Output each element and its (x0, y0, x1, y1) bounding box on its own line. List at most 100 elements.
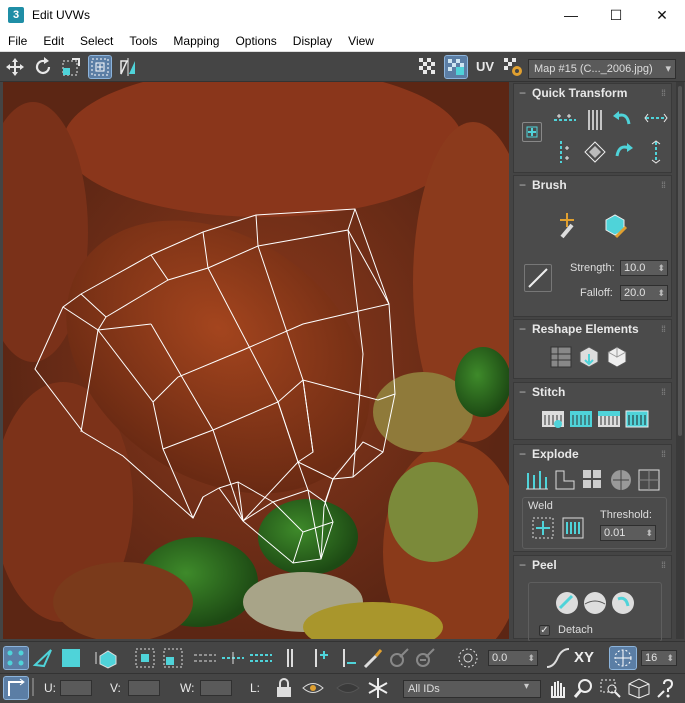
xy-space-button[interactable]: XY (574, 647, 602, 669)
shrink-selection-icon[interactable] (162, 647, 184, 669)
menu-mapping[interactable]: Mapping (165, 30, 227, 52)
align-to-edge-icon[interactable] (551, 138, 579, 166)
relax-icon[interactable] (576, 344, 602, 370)
show-map-icon[interactable] (444, 55, 468, 79)
menu-file[interactable]: File (0, 30, 35, 52)
zoom-extents-icon[interactable] (626, 677, 652, 699)
paint-move-icon[interactable] (552, 210, 582, 240)
edge-select-icon[interactable] (32, 647, 54, 669)
unhide-icon[interactable] (334, 677, 362, 699)
shrink-ring-icon[interactable] (336, 647, 358, 669)
soft-selection-spinner[interactable]: 0.0 (488, 650, 538, 666)
paint-shrink-icon[interactable] (414, 647, 438, 669)
rotate-icon[interactable] (32, 56, 54, 78)
help-icon[interactable] (656, 677, 680, 699)
menu-edit[interactable]: Edit (35, 30, 72, 52)
grow-ring-icon[interactable] (308, 647, 330, 669)
grid-snap-icon[interactable] (609, 646, 637, 670)
threshold-spinner[interactable]: 0.01 (600, 525, 656, 541)
paint-grow-icon[interactable] (388, 647, 412, 669)
falloff-spinner[interactable]: 20.0 (620, 285, 668, 301)
menu-view[interactable]: View (340, 30, 382, 52)
relax-brush-icon[interactable] (600, 210, 630, 240)
element-select-icon[interactable] (94, 647, 120, 669)
grid-value-spinner[interactable]: 16 (641, 650, 677, 666)
uv-toggle-button[interactable]: UV (472, 56, 498, 78)
paint-select-icon[interactable] (362, 647, 384, 669)
app-icon: 3 (8, 7, 24, 23)
explode-by-smoothing-icon[interactable] (580, 467, 606, 493)
maximize-button[interactable]: ☐ (593, 0, 639, 30)
strength-spinner[interactable]: 10.0 (620, 260, 668, 276)
vertex-select-icon[interactable] (3, 646, 29, 670)
menu-display[interactable]: Display (285, 30, 340, 52)
menu-select[interactable]: Select (72, 30, 121, 52)
stitch-average-icon[interactable] (568, 407, 594, 431)
checker-pattern-icon[interactable] (417, 56, 439, 78)
loop-select-icon[interactable] (192, 647, 218, 669)
rotate-ccw-icon[interactable] (609, 106, 637, 134)
panel-scrollbar[interactable] (676, 82, 684, 639)
minimize-button[interactable]: — (548, 0, 594, 30)
v-coordinate-field[interactable] (128, 680, 160, 696)
map-dropdown[interactable]: Map #15 (C..._2006.jpg) (528, 59, 676, 79)
zoom-region-icon[interactable] (598, 677, 622, 699)
break-icon[interactable] (524, 467, 550, 493)
stitch-custom-icon[interactable] (624, 407, 650, 431)
shrink-loop-icon[interactable] (248, 647, 274, 669)
detach-checkbox[interactable]: ✓ (539, 625, 550, 636)
weld-target-icon[interactable] (560, 515, 586, 541)
falloff-type-icon[interactable] (544, 647, 572, 669)
flatten-icon[interactable] (552, 467, 578, 493)
explode-by-material-icon[interactable] (608, 467, 634, 493)
pan-icon[interactable] (546, 677, 568, 699)
peel-rollout: − Peel ⁞⁞ ✓ Detach (513, 555, 672, 642)
explode-to-elements-icon[interactable] (636, 467, 662, 493)
quick-transform-header[interactable]: − Quick Transform ⁞⁞ (514, 84, 671, 102)
hide-icon[interactable] (300, 677, 326, 699)
stitch-to-target-icon[interactable] (540, 407, 566, 431)
lock-icon[interactable] (274, 677, 294, 699)
space-vertical-icon[interactable] (642, 138, 670, 166)
reset-peel-icon[interactable] (610, 590, 636, 616)
absolute-offset-icon[interactable] (3, 676, 29, 700)
uv-editor-viewport[interactable] (3, 82, 509, 639)
center-pivot-icon[interactable] (522, 122, 542, 142)
ring-select-icon[interactable] (280, 647, 300, 669)
freeze-icon[interactable] (366, 677, 390, 699)
stitch-to-source-icon[interactable] (596, 407, 622, 431)
quick-peel-icon[interactable] (554, 590, 580, 616)
quick-transform-title: Quick Transform (532, 86, 628, 100)
straighten-selection-icon[interactable] (548, 344, 574, 370)
relax-settings-icon[interactable] (604, 344, 630, 370)
scale-icon[interactable] (60, 56, 82, 78)
texture-settings-icon[interactable] (502, 56, 524, 78)
close-button[interactable]: ✕ (639, 0, 685, 30)
straighten-icon[interactable] (581, 138, 609, 166)
move-icon[interactable] (4, 56, 26, 78)
u-coordinate-field[interactable] (60, 680, 92, 696)
grow-selection-icon[interactable] (134, 647, 156, 669)
reshape-elements-header[interactable]: − Reshape Elements ⁞⁞ (514, 320, 671, 338)
align-vertical-icon[interactable] (581, 106, 609, 134)
menu-options[interactable]: Options (227, 30, 284, 52)
explode-header[interactable]: − Explode ⁞⁞ (514, 445, 671, 463)
peel-header[interactable]: − Peel ⁞⁞ (514, 556, 671, 574)
mirror-icon[interactable] (117, 56, 139, 78)
align-horizontal-icon[interactable] (551, 106, 579, 134)
soft-selection-icon[interactable] (456, 647, 480, 669)
space-horizontal-icon[interactable] (642, 106, 670, 134)
material-id-dropdown[interactable]: All IDs (403, 680, 541, 698)
zoom-icon[interactable] (572, 677, 594, 699)
polygon-select-icon[interactable] (60, 647, 82, 669)
brush-header[interactable]: − Brush ⁞⁞ (514, 176, 671, 194)
stitch-header[interactable]: − Stitch ⁞⁞ (514, 383, 671, 401)
brush-falloff-curve-icon[interactable] (524, 264, 552, 292)
weld-selected-icon[interactable] (530, 515, 556, 541)
freeform-mode-icon[interactable] (88, 55, 112, 79)
menu-tools[interactable]: Tools (121, 30, 165, 52)
rotate-cw-icon[interactable] (609, 138, 637, 166)
grow-loop-icon[interactable] (220, 647, 246, 669)
w-coordinate-field[interactable] (200, 680, 232, 696)
peel-mode-icon[interactable] (582, 590, 608, 616)
